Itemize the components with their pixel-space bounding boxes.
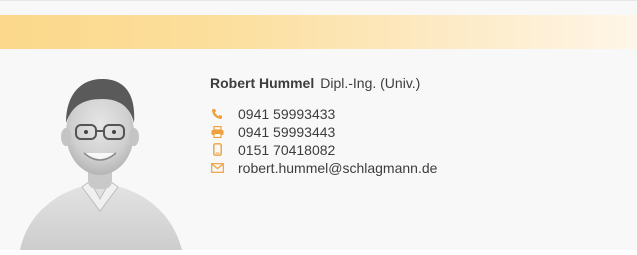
name-line: Robert Hummel Dipl.-Ing. (Univ.) [210,73,630,93]
person-name: Robert Hummel [210,75,315,91]
email-row: robert.hummel@schlagmann.de [210,159,630,176]
phone-number[interactable]: 0941 59993433 [238,106,335,122]
fax-number[interactable]: 0941 59993443 [238,124,335,140]
phone-row: 0941 59993433 [210,105,630,122]
printer-icon [210,125,224,139]
mobile-phone-icon [210,143,224,157]
mobile-row: 0151 70418082 [210,141,630,158]
contact-list: 0941 59993433 0941 59993443 0151 7041808… [210,105,630,176]
person-title: Dipl.-Ing. (Univ.) [320,75,421,91]
email-link[interactable]: robert.hummel@schlagmann.de [238,160,437,176]
phone-icon [210,107,224,121]
fax-row: 0941 59993443 [210,123,630,140]
header-banner [0,15,637,49]
mobile-number[interactable]: 0151 70418082 [238,142,335,158]
envelope-icon [210,161,224,175]
portrait-photo [10,61,190,250]
contact-card: Robert Hummel Dipl.-Ing. (Univ.) 0941 599… [0,0,637,250]
contact-info: Robert Hummel Dipl.-Ing. (Univ.) 0941 599… [210,73,630,177]
